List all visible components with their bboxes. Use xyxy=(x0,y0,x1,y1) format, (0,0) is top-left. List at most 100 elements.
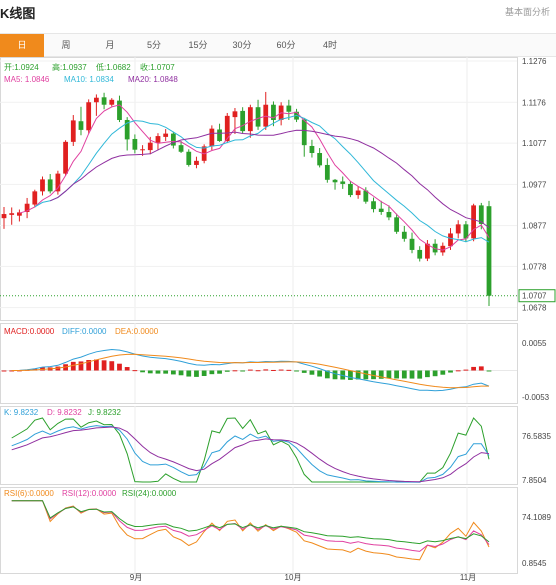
candle-body xyxy=(194,160,199,165)
legend-rsi6: RSI(6):0.0000 xyxy=(4,489,54,498)
macd-bar xyxy=(194,370,199,377)
candle-body xyxy=(32,191,38,205)
price-tick-label: 1.1176 xyxy=(522,98,546,107)
ma20-line xyxy=(49,129,490,229)
candle-body xyxy=(186,151,192,165)
candle-body xyxy=(309,145,315,153)
macd-bar xyxy=(170,370,176,375)
candle-body xyxy=(93,97,99,103)
macd-bar xyxy=(394,370,400,379)
candle-body xyxy=(324,164,330,180)
macd-bar xyxy=(217,370,222,374)
macd-bar xyxy=(278,369,284,371)
macd-bar xyxy=(132,370,138,372)
price-tick-label: 1.0778 xyxy=(522,262,547,271)
candle-body xyxy=(55,173,61,192)
d-line xyxy=(11,426,490,483)
macd-bar xyxy=(417,370,423,379)
macd-bar xyxy=(163,370,169,374)
macd-bar xyxy=(309,370,315,375)
candle-body xyxy=(101,97,107,105)
rsi-tick-label: 0.8545 xyxy=(522,559,547,568)
candle-body xyxy=(401,231,407,239)
legend-low: 低:1.0682 xyxy=(96,62,131,72)
legend-rsi12: RSI(12):0.0000 xyxy=(62,489,117,498)
macd-bar xyxy=(301,370,307,373)
macd-bar xyxy=(432,370,438,377)
legend-d: D: 9.8232 xyxy=(47,408,82,417)
candle-body xyxy=(9,213,15,215)
kline-chart[interactable]: 1.1276 1.1176 1.1077 1.0977 1.0877 1.0778 1.06… xyxy=(0,0,556,585)
legend-open: 开:1.0924 xyxy=(4,63,39,72)
legend-diff: DIFF:0.0000 xyxy=(62,327,107,336)
candle-body xyxy=(147,142,153,151)
candle-body xyxy=(394,217,400,232)
candle-body xyxy=(109,99,115,105)
candle-body xyxy=(371,201,376,210)
macd-bar xyxy=(93,359,99,371)
macd-bar xyxy=(201,370,207,377)
macd-bar xyxy=(247,369,253,371)
macd-bar xyxy=(440,370,446,375)
macd-bar xyxy=(463,369,469,371)
macd-bar xyxy=(1,370,7,372)
legend-j: J: 9.8232 xyxy=(88,408,121,417)
candle-body xyxy=(255,107,261,127)
candle-body xyxy=(209,128,215,147)
candle-body xyxy=(217,129,222,142)
legend-close: 收:1.0707 xyxy=(140,62,175,72)
legend-high: 高:1.0937 xyxy=(52,62,87,72)
month-tick-label: 10月 xyxy=(285,573,302,582)
macd-bar xyxy=(124,367,130,371)
candle-body xyxy=(386,211,392,218)
price-tick-label: 1.0877 xyxy=(522,222,547,231)
kdj-tick-label: 76.5835 xyxy=(522,432,551,441)
candle-body xyxy=(301,119,307,146)
macd-bar xyxy=(224,370,230,372)
candle-body xyxy=(332,179,338,183)
candle-body xyxy=(448,233,453,247)
macd-bar xyxy=(294,370,299,372)
macd-bar xyxy=(448,370,453,373)
month-tick-label: 9月 xyxy=(130,573,142,582)
candle-body xyxy=(78,121,84,130)
candle-body xyxy=(240,110,246,132)
candle-body xyxy=(40,179,45,192)
legend-macd: MACD:0.0000 xyxy=(4,327,55,336)
macd-bar xyxy=(363,370,369,380)
legend-ma5: MA5: 1.0846 xyxy=(4,75,50,84)
macd-tick-label: -0.0053 xyxy=(522,393,550,402)
legend-ma10: MA10: 1.0834 xyxy=(64,75,114,84)
legend-rsi24: RSI(24):0.0000 xyxy=(122,489,177,498)
j-line xyxy=(11,417,490,483)
macd-bar xyxy=(286,369,292,371)
macd-bar xyxy=(348,370,353,380)
macd-bar xyxy=(109,361,115,371)
candle-body xyxy=(286,105,292,112)
price-tick-label: 1.1077 xyxy=(522,139,547,148)
macd-bar xyxy=(332,370,338,380)
rsi24-line xyxy=(11,500,490,545)
candle-body xyxy=(70,120,76,142)
candle-body xyxy=(140,149,145,151)
candle-body xyxy=(317,152,323,166)
panel-frame-main xyxy=(0,57,518,321)
panel-frame-kdj xyxy=(0,406,518,485)
macd-bar xyxy=(186,370,192,377)
macd-bar xyxy=(386,370,392,379)
macd-bar xyxy=(232,370,238,372)
candle-body xyxy=(486,206,492,296)
price-tick-label: 1.1276 xyxy=(522,57,547,66)
candle-body xyxy=(117,100,122,120)
legend-k: K: 9.8232 xyxy=(4,408,39,417)
candle-body xyxy=(471,205,476,239)
macd-bar xyxy=(209,370,215,375)
macd-bar xyxy=(178,370,184,376)
macd-bar xyxy=(140,370,145,373)
legend-ma20: MA20: 1.0848 xyxy=(128,75,178,84)
macd-bar xyxy=(117,363,122,371)
macd-bar xyxy=(147,370,153,374)
macd-bar xyxy=(401,370,407,379)
candle-body xyxy=(417,249,423,259)
k-line xyxy=(11,425,490,483)
